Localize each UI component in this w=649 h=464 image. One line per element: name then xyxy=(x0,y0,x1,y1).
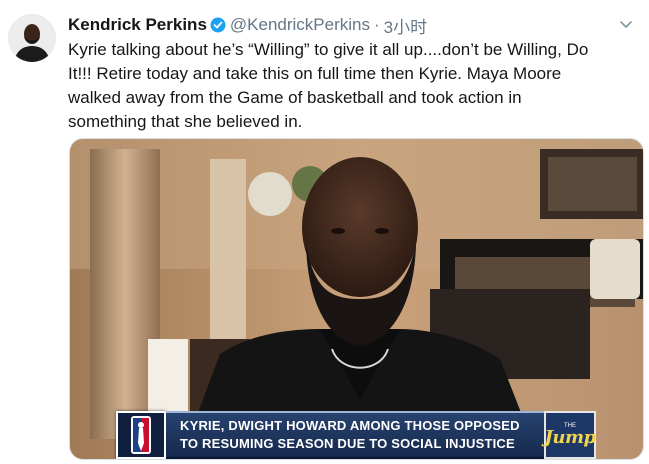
author-avatar[interactable] xyxy=(8,14,56,62)
tweet-timestamp[interactable]: 3小时 xyxy=(384,13,427,38)
chevron-down-icon[interactable] xyxy=(617,15,635,33)
tweet-media-video[interactable]: KYRIE, DWIGHT HOWARD AMONG THOSE OPPOSED… xyxy=(69,138,644,460)
author-name[interactable]: Kendrick Perkins xyxy=(68,15,207,35)
verified-badge-icon xyxy=(210,17,226,33)
separator-dot: · xyxy=(374,15,380,34)
tweet-text: Kyrie talking about he’s “Willing” to gi… xyxy=(68,40,589,131)
avatar-photo xyxy=(8,14,56,62)
nba-logo-icon xyxy=(116,411,166,459)
author-handle[interactable]: @KendrickPerkins xyxy=(230,15,370,35)
headline-banner: KYRIE, DWIGHT HOWARD AMONG THOSE OPPOSED… xyxy=(166,411,544,459)
jump-logo-text: Jump xyxy=(544,427,596,448)
news-lower-third: KYRIE, DWIGHT HOWARD AMONG THOSE OPPOSED… xyxy=(116,411,596,459)
tweet-header: Kendrick Perkins @KendrickPerkins · 3小时 xyxy=(68,12,637,38)
the-jump-logo: THE Jump xyxy=(544,411,596,459)
banner-line-1: KYRIE, DWIGHT HOWARD AMONG THOSE OPPOSED xyxy=(180,418,520,433)
banner-line-2: TO RESUMING SEASON DUE TO SOCIAL INJUSTI… xyxy=(180,436,515,451)
